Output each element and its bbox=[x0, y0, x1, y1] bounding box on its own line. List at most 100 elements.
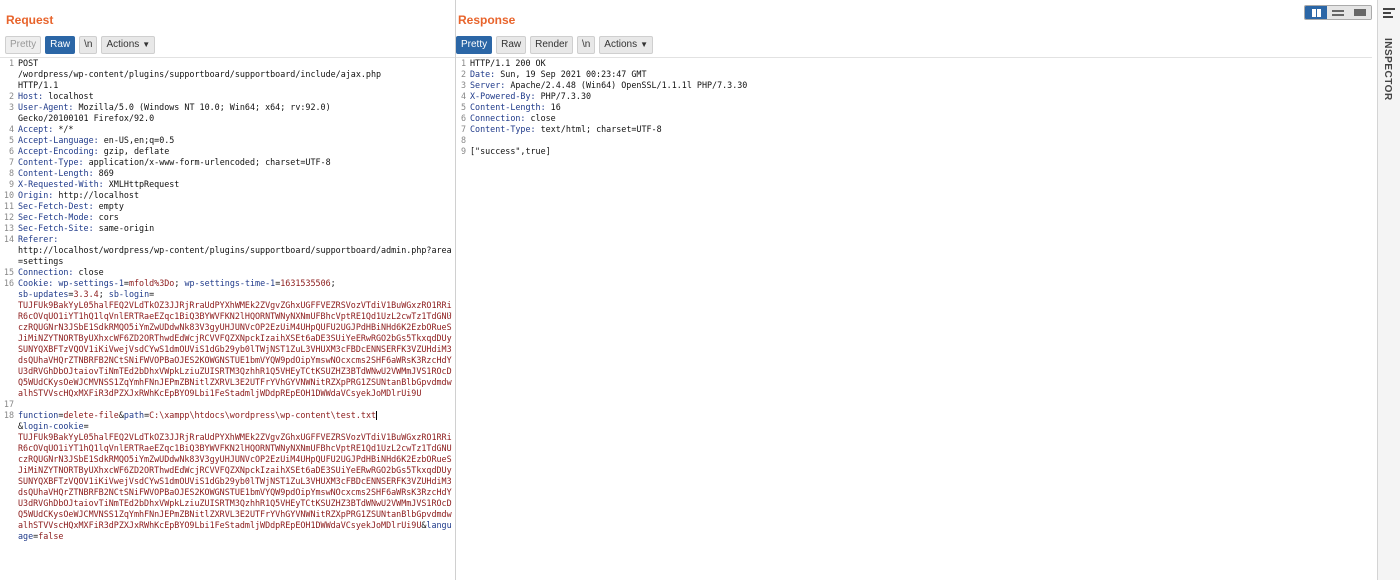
code-line: 1 POST /wordpress/wp-content/plugins/supp… bbox=[0, 58, 455, 91]
drag-handle-icon[interactable]: · · · bbox=[448, 308, 451, 323]
single-pane-layout-icon[interactable] bbox=[1349, 6, 1371, 19]
code-line: 18 function=delete-file&path=C:\xampp\htd… bbox=[0, 410, 455, 542]
request-actions-dropdown[interactable]: Actions ▼ bbox=[101, 36, 156, 54]
line-number: 3 bbox=[8, 102, 14, 112]
request-pretty-button[interactable]: Pretty bbox=[5, 36, 42, 54]
stacked-layout-icon[interactable] bbox=[1327, 6, 1349, 19]
code-token: Connection: bbox=[18, 267, 74, 277]
line-number: 9 bbox=[8, 179, 14, 189]
code-line: 6 Connection: close bbox=[456, 113, 1372, 124]
line-content: Host: localhost bbox=[18, 91, 455, 102]
code-token: Content-Type: bbox=[470, 124, 536, 134]
line-number: 14 bbox=[3, 234, 14, 244]
line-content: Date: Sun, 19 Sep 2021 00:23:47 GMT bbox=[470, 69, 1372, 80]
line-content: Content-Type: text/html; charset=UTF-8 bbox=[470, 124, 1372, 135]
line-number: 5 bbox=[8, 135, 14, 145]
inspector-menu-icon[interactable] bbox=[1383, 8, 1395, 20]
line-content: Cookie: wp-settings-1 =mfold%3Do; wp-sett… bbox=[18, 278, 455, 399]
code-line: 1 HTTP/1.1 200 OK bbox=[456, 58, 1372, 69]
text-cursor bbox=[376, 411, 378, 420]
line-number: 2 bbox=[8, 91, 14, 101]
request-pane: Request Pretty Raw \n Actions ▼ 1 POST /wo… bbox=[0, 0, 456, 580]
line-number: 7 bbox=[460, 124, 466, 134]
code-token: ["success",true] bbox=[470, 146, 551, 156]
code-token: 3.3.4 bbox=[73, 289, 99, 299]
code-token: Server: bbox=[470, 80, 506, 90]
response-editor[interactable]: 1 HTTP/1.1 200 OK 2 Date: Sun, 19 Sep 2021 … bbox=[456, 57, 1372, 580]
inspector-panel[interactable]: INSPECTOR bbox=[1377, 0, 1400, 580]
code-line: 17 bbox=[0, 399, 455, 410]
code-token: Sec-Fetch-Mode: bbox=[18, 212, 94, 222]
line-content: Origin: http://localhost bbox=[18, 190, 455, 201]
code-line: 16 Cookie: wp-settings-1 =mfold%3Do; wp-se… bbox=[0, 278, 455, 399]
code-token: Cookie: bbox=[18, 278, 54, 288]
request-raw-button[interactable]: Raw bbox=[45, 36, 76, 54]
code-line: 14 Referer: http://localhost/wordpress/wp… bbox=[0, 234, 455, 267]
code-token: TUJFUk9BakYyL05halFEQ2VLdTkOZ3JJRjRraUdP… bbox=[18, 432, 452, 530]
code-line: 2 Date: Sun, 19 Sep 2021 00:23:47 GMT bbox=[456, 69, 1372, 80]
code-token: cors bbox=[93, 212, 119, 222]
code-token: wp-settings-time-1 bbox=[184, 278, 276, 288]
response-raw-button[interactable]: Raw bbox=[496, 36, 527, 54]
code-token: Content-Length: bbox=[470, 102, 546, 112]
response-newline-button[interactable]: \n bbox=[576, 36, 596, 54]
code-line: 3 Server: Apache/2.4.48 (Win64) OpenSSL/1… bbox=[456, 80, 1372, 91]
request-editor[interactable]: 1 POST /wordpress/wp-content/plugins/supp… bbox=[0, 57, 455, 580]
code-token: 16 bbox=[545, 102, 561, 112]
code-token: Accept: bbox=[18, 124, 54, 134]
line-number: 1 bbox=[460, 58, 466, 68]
code-line: 11 Sec-Fetch-Dest: empty bbox=[0, 201, 455, 212]
code-line: 5 Content-Length: 16 bbox=[456, 102, 1372, 113]
code-token: mfold%3Do bbox=[128, 278, 175, 288]
request-newline-button[interactable]: \n bbox=[79, 36, 98, 54]
line-content: Accept-Encoding: gzip, deflate bbox=[18, 146, 455, 157]
code-token: same-origin bbox=[93, 223, 155, 233]
code-token: X-Requested-With: bbox=[18, 179, 104, 189]
code-token: empty bbox=[93, 201, 124, 211]
code-token: false bbox=[38, 531, 64, 541]
code-token: ; bbox=[174, 278, 185, 288]
line-content: Connection: close bbox=[470, 113, 1372, 124]
response-actions-dropdown[interactable]: Actions ▼ bbox=[599, 36, 654, 54]
line-number: 5 bbox=[460, 102, 466, 112]
line-content: User-Agent: Mozilla/5.0 (Windows NT 10.0… bbox=[18, 102, 455, 124]
chevron-down-icon: ▼ bbox=[640, 40, 649, 49]
line-number: 6 bbox=[460, 113, 466, 123]
code-token: text/html; charset=UTF-8 bbox=[535, 124, 662, 134]
code-line: 7 Content-Type: application/x-www-form-ur… bbox=[0, 157, 455, 168]
line-number: 15 bbox=[3, 267, 14, 277]
code-token: Sec-Fetch-Dest: bbox=[18, 201, 94, 211]
line-content: Sec-Fetch-Site: same-origin bbox=[18, 223, 455, 234]
line-number: 1 bbox=[8, 58, 14, 68]
response-pretty-button[interactable]: Pretty bbox=[456, 36, 493, 54]
code-token: function bbox=[18, 410, 59, 420]
side-by-side-layout-icon[interactable] bbox=[1305, 6, 1327, 19]
code-line: 12 Sec-Fetch-Mode: cors bbox=[0, 212, 455, 223]
response-toolbar: Pretty Raw Render \n Actions ▼ bbox=[456, 36, 654, 54]
line-content: ["success",true] bbox=[470, 146, 1372, 157]
line-number: 6 bbox=[8, 146, 14, 156]
line-content: Content-Type: application/x-www-form-url… bbox=[18, 157, 455, 168]
request-actions-label: Actions bbox=[106, 39, 140, 50]
line-content: Accept-Language: en-US,en;q=0.5 bbox=[18, 135, 455, 146]
code-token: http://localhost/wordpress/wp-content/pl… bbox=[18, 245, 452, 266]
line-content: Content-Length: 16 bbox=[470, 102, 1372, 113]
line-number: 17 bbox=[3, 399, 14, 409]
response-render-button[interactable]: Render bbox=[530, 36, 573, 54]
code-line: 9 ["success",true] bbox=[456, 146, 1372, 157]
code-line: 4 Accept: */* bbox=[0, 124, 455, 135]
line-content: X-Requested-With: XMLHttpRequest bbox=[18, 179, 455, 190]
code-token: ; bbox=[330, 278, 336, 288]
code-line: 8 Content-Length: 869 bbox=[0, 168, 455, 179]
line-number: 2 bbox=[460, 69, 466, 79]
code-token: HTTP/1.1 200 OK bbox=[470, 58, 546, 68]
response-pane: Response Pretty Raw Render \n Actions ▼ 1… bbox=[456, 0, 1372, 580]
code-token: = bbox=[83, 421, 89, 431]
code-token: PHP/7.3.30 bbox=[535, 91, 592, 101]
code-token: sb-login bbox=[108, 289, 150, 299]
code-token: Date: bbox=[470, 69, 496, 79]
code-token: wp-settings-1 bbox=[58, 278, 124, 288]
code-token: login-cookie bbox=[23, 421, 84, 431]
code-token: 1631535506 bbox=[280, 278, 331, 288]
response-title: Response bbox=[458, 13, 516, 27]
